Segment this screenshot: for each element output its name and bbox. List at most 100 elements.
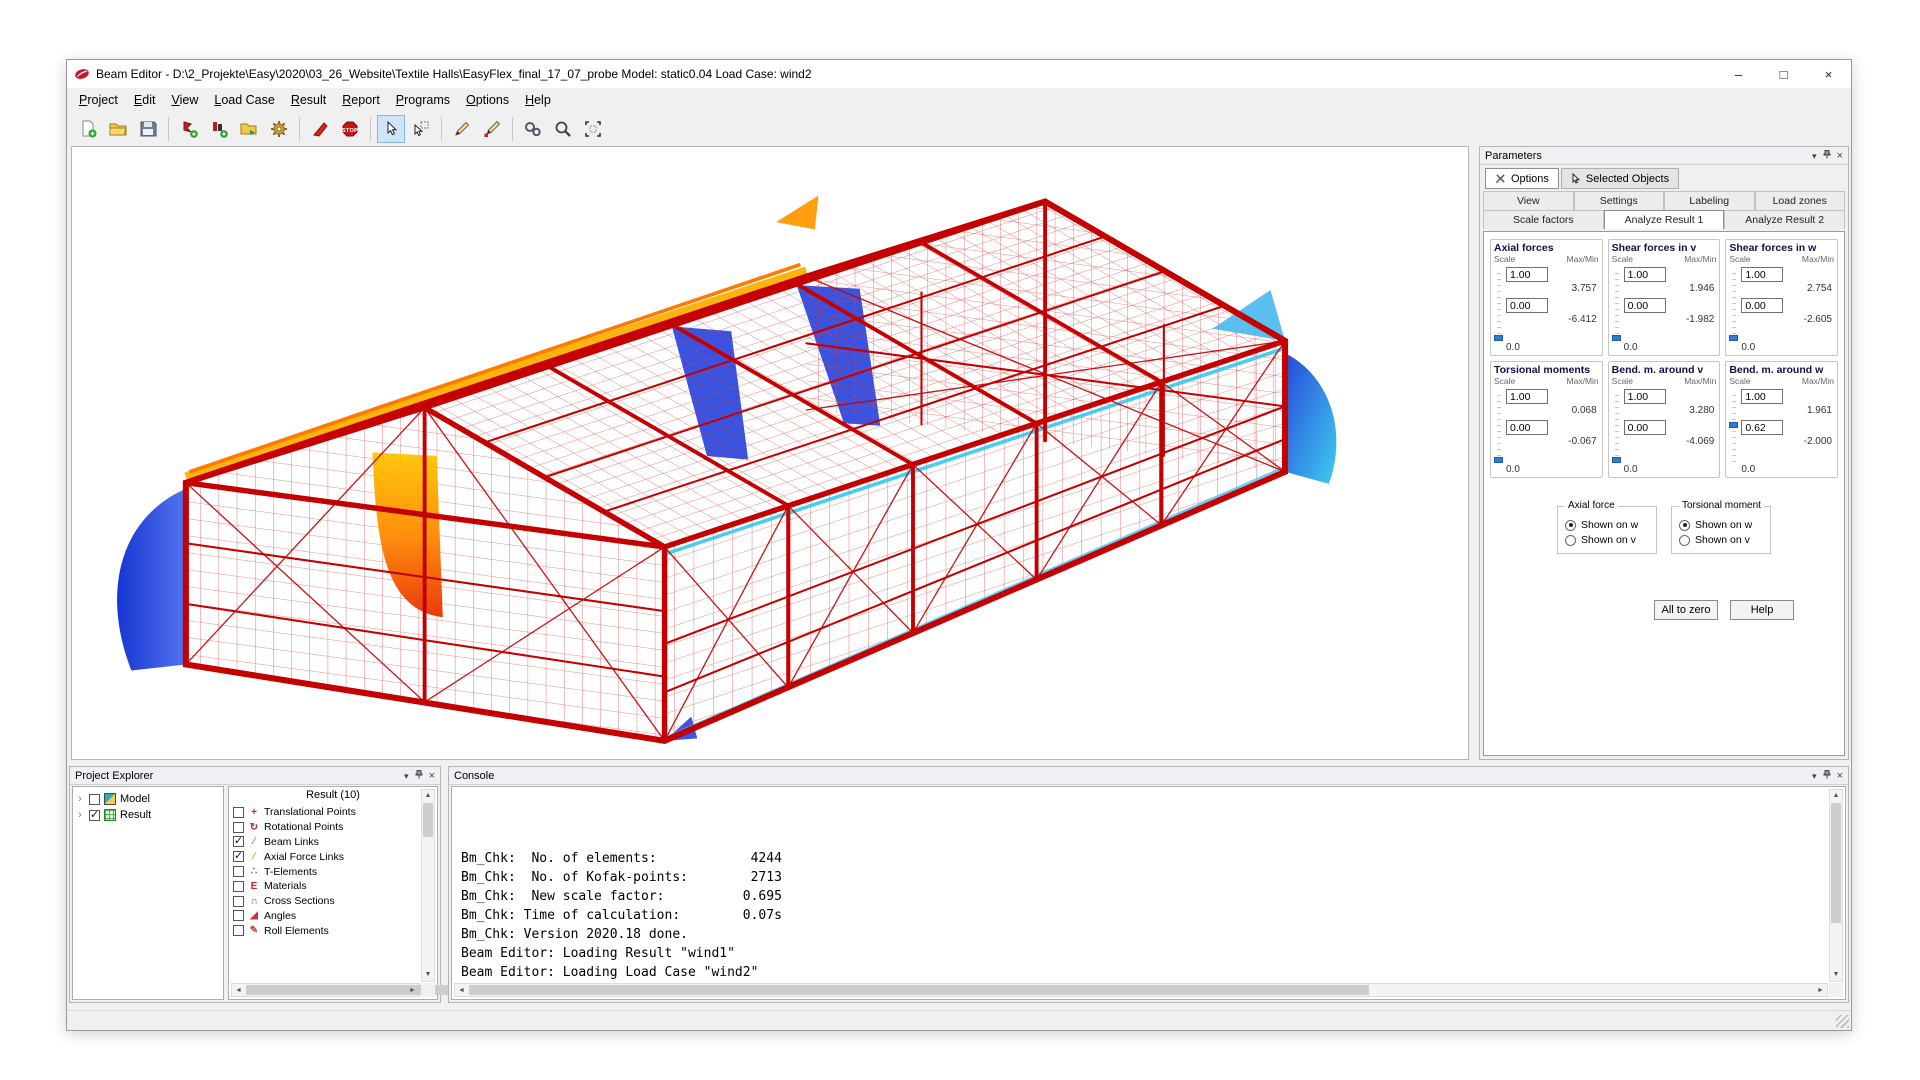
list-checkbox[interactable] [233, 851, 244, 862]
tab-options[interactable]: Options [1485, 168, 1559, 189]
scroll-up-icon[interactable]: ▲ [422, 790, 434, 802]
scale-slider[interactable] [1494, 395, 1503, 463]
scroll-up-icon[interactable]: ▲ [1830, 790, 1842, 802]
radio-button[interactable] [1679, 535, 1690, 546]
list-item[interactable]: Rotational Points [233, 820, 419, 835]
menu-item[interactable]: Edit [126, 90, 164, 110]
add-load-case-button[interactable] [175, 115, 203, 143]
zoom-extent-button[interactable] [579, 115, 607, 143]
scale-slider[interactable] [1612, 273, 1621, 341]
offset-input[interactable] [1741, 420, 1783, 435]
list-item[interactable]: Cross Sections [233, 894, 419, 909]
close-panel-icon[interactable]: × [429, 771, 435, 781]
slider-thumb[interactable] [1729, 422, 1738, 428]
close-button[interactable]: × [1806, 60, 1851, 88]
chevron-down-icon[interactable]: ▾ [404, 771, 409, 781]
menu-item[interactable]: Project [71, 90, 126, 110]
tree-checkbox[interactable] [89, 810, 100, 821]
list-checkbox[interactable] [233, 925, 244, 936]
scale-input[interactable] [1741, 389, 1783, 404]
resize-grip-icon[interactable] [1836, 1015, 1849, 1028]
list-checkbox[interactable] [233, 822, 244, 833]
draw-beam-button[interactable] [448, 115, 476, 143]
minimize-button[interactable]: – [1716, 60, 1761, 88]
menu-item[interactable]: Report [334, 90, 388, 110]
zoom-button[interactable] [549, 115, 577, 143]
list-item[interactable]: Translational Points [233, 805, 419, 820]
scale-slider[interactable] [1494, 273, 1503, 341]
save-button[interactable] [134, 115, 162, 143]
scroll-down-icon[interactable]: ▼ [422, 969, 434, 981]
list-checkbox[interactable] [233, 881, 244, 892]
menu-item[interactable]: Result [283, 90, 334, 110]
list-item[interactable]: Axial Force Links [233, 849, 419, 864]
menu-item[interactable]: Options [458, 90, 517, 110]
new-button[interactable] [74, 115, 102, 143]
list-checkbox[interactable] [233, 866, 244, 877]
offset-input[interactable] [1624, 420, 1666, 435]
scroll-right-icon[interactable]: ► [406, 984, 419, 996]
tab[interactable]: Scale factors [1483, 210, 1604, 229]
vertical-scrollbar[interactable]: ▲ ▼ [1829, 789, 1843, 982]
vertical-scrollbar[interactable]: ▲ ▼ [421, 789, 435, 982]
horizontal-scrollbar[interactable]: ◄ ► [454, 983, 1828, 997]
chevron-down-icon[interactable]: ▾ [1812, 151, 1817, 161]
slider-thumb[interactable] [1494, 335, 1503, 341]
open-button[interactable] [104, 115, 132, 143]
model-viewport[interactable] [71, 146, 1469, 760]
radio-option[interactable]: Shown on v [1679, 534, 1763, 546]
scroll-left-icon[interactable]: ◄ [232, 984, 245, 996]
scale-slider[interactable] [1729, 395, 1738, 463]
pin-icon[interactable] [415, 770, 423, 781]
kinematics-gears-button[interactable] [519, 115, 547, 143]
tab[interactable]: Load zones [1755, 191, 1846, 210]
tree-checkbox[interactable] [89, 794, 100, 805]
radio-button[interactable] [1565, 520, 1576, 531]
list-checkbox[interactable] [233, 896, 244, 907]
scale-input[interactable] [1506, 389, 1548, 404]
scrollbar-thumb[interactable] [423, 803, 433, 837]
pan-select-button[interactable] [407, 115, 435, 143]
pin-icon[interactable] [1823, 770, 1831, 781]
list-item[interactable]: Beam Links [233, 835, 419, 850]
tree-item[interactable]: › Model [75, 791, 221, 807]
tab-selected-objects[interactable]: Selected Objects [1561, 168, 1679, 189]
expander-icon[interactable]: › [75, 793, 85, 805]
import-folder-button[interactable] [235, 115, 263, 143]
select-cursor-button[interactable] [377, 115, 405, 143]
scrollbar-thumb[interactable] [469, 985, 1369, 995]
list-checkbox[interactable] [233, 807, 244, 818]
list-item[interactable]: T-Elements [233, 864, 419, 879]
slider-thumb[interactable] [1494, 457, 1503, 463]
all-to-zero-button[interactable]: All to zero [1654, 600, 1718, 620]
tab[interactable]: Analyze Result 1 [1604, 210, 1725, 229]
radio-button[interactable] [1565, 535, 1576, 546]
tab[interactable]: Labeling [1664, 191, 1755, 210]
scale-slider[interactable] [1729, 273, 1738, 341]
list-checkbox[interactable] [233, 836, 244, 847]
list-checkbox[interactable] [233, 910, 244, 921]
close-panel-icon[interactable]: × [1837, 151, 1843, 161]
offset-input[interactable] [1506, 420, 1548, 435]
expander-icon[interactable]: › [75, 809, 85, 821]
add-result-button[interactable] [205, 115, 233, 143]
radio-button[interactable] [1679, 520, 1690, 531]
slider-thumb[interactable] [1729, 335, 1738, 341]
scale-slider[interactable] [1612, 395, 1621, 463]
tree-item[interactable]: › Result [75, 807, 221, 823]
list-item[interactable]: Roll Elements [233, 923, 419, 938]
scrollbar-thumb[interactable] [1831, 803, 1841, 923]
close-panel-icon[interactable]: × [1837, 771, 1843, 781]
list-item[interactable]: Materials [233, 879, 419, 894]
maximize-button[interactable]: □ [1761, 60, 1806, 88]
stop-button[interactable]: STOP [336, 115, 364, 143]
scroll-down-icon[interactable]: ▼ [1830, 969, 1842, 981]
scale-input[interactable] [1624, 389, 1666, 404]
radio-option[interactable]: Shown on v [1565, 534, 1649, 546]
settings-gear-button[interactable] [265, 115, 293, 143]
offset-input[interactable] [1506, 298, 1548, 313]
list-item[interactable]: Angles [233, 909, 419, 924]
chevron-down-icon[interactable]: ▾ [1812, 771, 1817, 781]
menu-item[interactable]: View [163, 90, 206, 110]
horizontal-scrollbar[interactable]: ◄ ► [231, 983, 420, 997]
